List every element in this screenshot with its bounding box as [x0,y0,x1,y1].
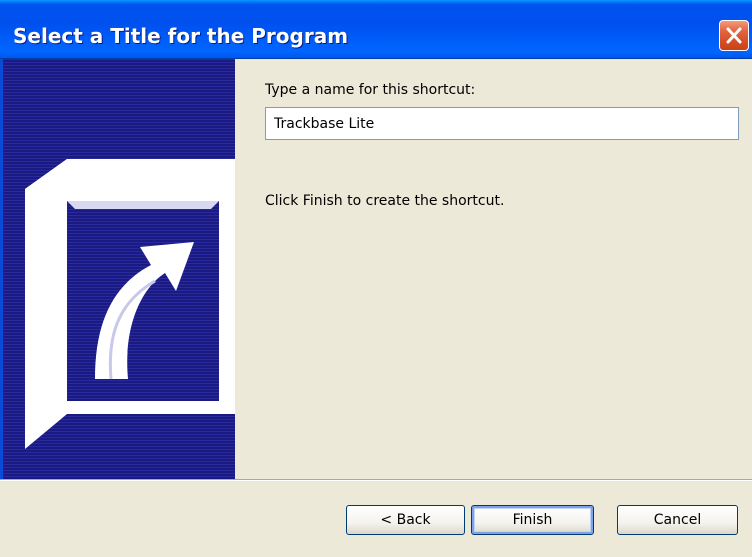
finish-instruction: Click Finish to create the shortcut. [265,193,505,209]
close-icon [726,27,742,44]
window-title: Select a Title for the Program [13,24,349,48]
shortcut-wizard-window: Select a Title for the Program Type a na… [0,0,752,557]
cancel-button[interactable]: Cancel [617,505,738,535]
title-bar[interactable]: Select a Title for the Program [0,0,752,59]
wizard-content: Type a name for this shortcut: Click Fin… [235,59,752,479]
close-button[interactable] [719,20,749,51]
back-button[interactable]: < Back [346,505,465,535]
shortcut-name-input[interactable] [265,107,739,140]
finish-button[interactable]: Finish [471,505,594,535]
shortcut-name-label: Type a name for this shortcut: [265,82,476,98]
wizard-footer: < Back Finish Cancel [0,481,752,557]
shortcut-arrow-icon [25,159,235,449]
wizard-banner [0,59,235,479]
